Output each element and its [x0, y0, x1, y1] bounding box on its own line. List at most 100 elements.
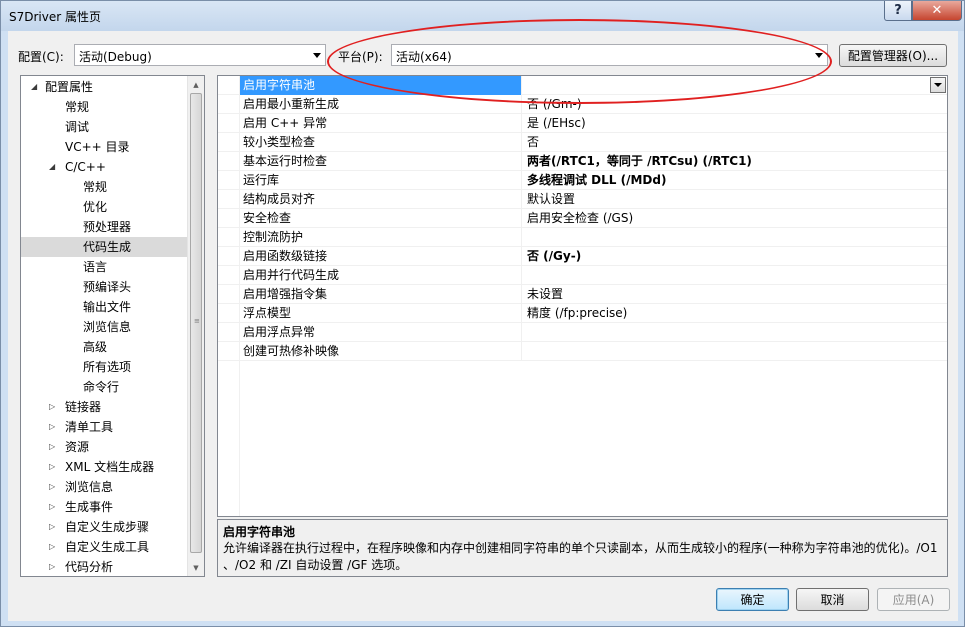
description-panel: 启用字符串池 允许编译器在执行过程中，在程序映像和内存中创建相同字符串的单个只读…	[217, 519, 948, 577]
apply-button[interactable]: 应用(A)	[877, 588, 950, 611]
property-row[interactable]: 基本运行时检查 两者(/RTC1，等同于 /RTCsu) (/RTC1)	[218, 152, 947, 171]
tree-item-label: 调试	[65, 120, 90, 134]
scroll-thumb[interactable]: ≡	[190, 93, 202, 553]
title-bar[interactable]: S7Driver 属性页 ? ✕	[1, 1, 964, 31]
expand-icon[interactable]: ▷	[49, 497, 59, 517]
tree-item[interactable]: 所有选项	[21, 357, 187, 377]
tree-item[interactable]: 预编译头	[21, 277, 187, 297]
tree-item[interactable]: 高级	[21, 337, 187, 357]
tree-item[interactable]: 优化	[21, 197, 187, 217]
tree-item[interactable]: 输出文件	[21, 297, 187, 317]
cancel-button[interactable]: 取消	[796, 588, 869, 611]
expand-icon[interactable]: ▷	[49, 557, 59, 576]
property-name: 结构成员对齐	[240, 190, 522, 209]
property-tree[interactable]: ◢ 配置属性 常规 调试 VC++ 目录 ◢ C/C++ 常规 优化 预处理器 代码生成 语言 预编译头…	[20, 75, 205, 577]
tree-item[interactable]: 常规	[21, 97, 187, 117]
tree-item[interactable]: ◢ C/C++	[21, 157, 187, 177]
tree-item[interactable]: 调试	[21, 117, 187, 137]
collapse-icon[interactable]: ◢	[31, 77, 41, 97]
platform-combo[interactable]: 活动(x64)	[391, 44, 828, 66]
property-row[interactable]: 启用增强指令集 未设置	[218, 285, 947, 304]
tree-scrollbar[interactable]: ▲ ≡ ▼	[187, 76, 204, 576]
property-value[interactable]: 多线程调试 DLL (/MDd)	[526, 171, 947, 190]
tree-item[interactable]: ▷ 链接器	[21, 397, 187, 417]
property-row[interactable]: 较小类型检查否	[218, 133, 947, 152]
property-value[interactable]: 否	[526, 133, 947, 152]
expand-icon[interactable]: ▷	[49, 477, 59, 497]
property-name: 运行库	[240, 171, 522, 190]
tree-item[interactable]: 预处理器	[21, 217, 187, 237]
property-row[interactable]: 结构成员对齐 默认设置	[218, 190, 947, 209]
property-row[interactable]: 启用字符串池	[218, 76, 947, 95]
property-name: 控制流防护	[240, 228, 522, 247]
property-value[interactable]: 两者(/RTC1，等同于 /RTCsu) (/RTC1)	[526, 152, 947, 171]
tree-item-label: 资源	[65, 440, 90, 454]
expand-icon[interactable]: ▷	[49, 417, 59, 437]
property-name: 较小类型检查	[240, 133, 522, 152]
tree-item[interactable]: VC++ 目录	[21, 137, 187, 157]
property-row[interactable]: 运行库 多线程调试 DLL (/MDd)	[218, 171, 947, 190]
property-value[interactable]	[526, 76, 947, 95]
tree-item[interactable]: ▷ 清单工具	[21, 417, 187, 437]
tree-item[interactable]: ▷ 浏览信息	[21, 477, 187, 497]
property-name: 启用函数级链接	[240, 247, 522, 266]
property-row[interactable]: 启用浮点异常	[218, 323, 947, 342]
tree-item[interactable]: 代码生成	[21, 237, 187, 257]
platform-label: 平台(P):	[338, 50, 383, 64]
property-grid[interactable]: 启用字符串池 启用最小重新生成否 (/Gm-) 启用 C++ 异常是 (/EHsc)…	[217, 75, 948, 517]
config-combo[interactable]: 活动(Debug)	[74, 44, 326, 66]
close-icon: ✕	[931, 3, 943, 18]
property-row[interactable]: 控制流防护	[218, 228, 947, 247]
expand-icon[interactable]: ▷	[49, 397, 59, 417]
expand-icon[interactable]: ▷	[49, 457, 59, 477]
expand-icon[interactable]: ▷	[49, 517, 59, 537]
tree-item[interactable]: 命令行	[21, 377, 187, 397]
property-name: 创建可热修补映像	[240, 342, 522, 361]
property-row[interactable]: 浮点模型 精度 (/fp:precise)	[218, 304, 947, 323]
tree-item-label: 优化	[83, 200, 108, 214]
property-row[interactable]: 启用 C++ 异常是 (/EHsc)	[218, 114, 947, 133]
expand-icon[interactable]: ▷	[49, 437, 59, 457]
property-value[interactable]: 启用安全检查 (/GS)	[526, 209, 947, 228]
tree-item-label: 常规	[65, 100, 90, 114]
property-value[interactable]: 未设置	[526, 285, 947, 304]
expand-icon[interactable]: ▷	[49, 537, 59, 557]
tree-item-label: 浏览信息	[65, 480, 114, 494]
tree-item[interactable]: ▷ 代码分析	[21, 557, 187, 576]
property-row[interactable]: 安全检查 启用安全检查 (/GS)	[218, 209, 947, 228]
close-button[interactable]: ✕	[912, 1, 962, 21]
property-value[interactable]: 否 (/Gy-)	[526, 247, 947, 266]
property-value[interactable]: 默认设置	[526, 190, 947, 209]
collapse-icon[interactable]: ◢	[49, 157, 59, 177]
tree-item[interactable]: 常规	[21, 177, 187, 197]
tree-item[interactable]: ▷ 资源	[21, 437, 187, 457]
tree-item[interactable]: 浏览信息	[21, 317, 187, 337]
property-value[interactable]	[526, 228, 947, 247]
property-row[interactable]: 启用最小重新生成否 (/Gm-)	[218, 95, 947, 114]
scroll-down-icon[interactable]: ▼	[188, 559, 204, 576]
scroll-up-icon[interactable]: ▲	[188, 76, 204, 93]
tree-item[interactable]: ▷ 自定义生成工具	[21, 537, 187, 557]
property-row[interactable]: 创建可热修补映像	[218, 342, 947, 361]
property-value[interactable]	[526, 266, 947, 285]
property-value[interactable]: 精度 (/fp:precise)	[526, 304, 947, 323]
tree-item[interactable]: ▷ 自定义生成步骤	[21, 517, 187, 537]
tree-item[interactable]: 语言	[21, 257, 187, 277]
tree-item[interactable]: ◢ 配置属性	[21, 77, 187, 97]
platform-value: 活动(x64)	[396, 50, 452, 64]
window-title: S7Driver 属性页	[9, 10, 101, 24]
config-value: 活动(Debug)	[79, 50, 152, 64]
tree-item[interactable]: ▷ 生成事件	[21, 497, 187, 517]
property-row[interactable]: 启用函数级链接否 (/Gy-)	[218, 247, 947, 266]
config-manager-button[interactable]: 配置管理器(O)...	[839, 44, 947, 67]
property-value[interactable]	[526, 342, 947, 361]
property-value[interactable]	[526, 323, 947, 342]
tree-item-label: 浏览信息	[83, 320, 132, 334]
property-value[interactable]: 是 (/EHsc)	[526, 114, 947, 133]
ok-button[interactable]: 确定	[716, 588, 789, 611]
tree-item[interactable]: ▷ XML 文档生成器	[21, 457, 187, 477]
help-button[interactable]: ?	[884, 1, 912, 21]
property-value[interactable]: 否 (/Gm-)	[526, 95, 947, 114]
property-row[interactable]: 启用并行代码生成	[218, 266, 947, 285]
value-dropdown-button[interactable]	[930, 77, 946, 93]
